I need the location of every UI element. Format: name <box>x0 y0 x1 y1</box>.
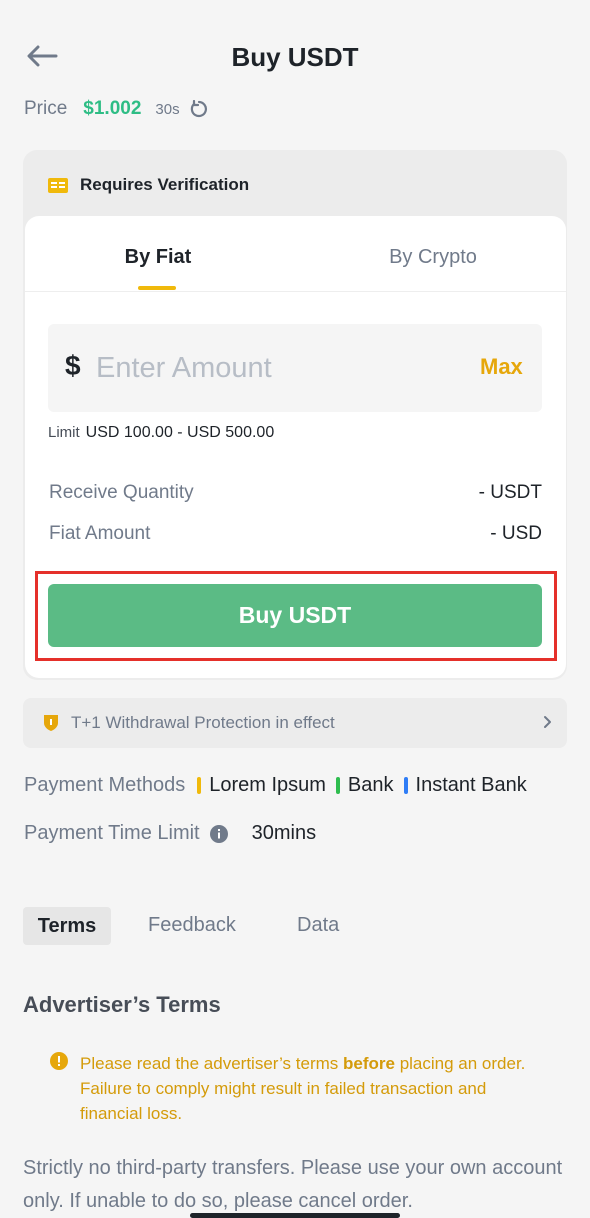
id-card-icon <box>48 177 68 193</box>
payment-time-limit-value: 30mins <box>251 822 317 844</box>
payment-time-limit-label: Payment Time Limit <box>24 822 200 844</box>
payment-color-bar <box>335 777 340 794</box>
tab-terms[interactable]: Terms <box>23 907 111 945</box>
refresh-icon[interactable] <box>190 100 208 118</box>
limit-value: USD 100.00 - USD 500.00 <box>85 424 275 441</box>
payment-method: Instant Bank <box>403 774 527 797</box>
limit-row: Limit USD 100.00 - USD 500.00 <box>48 424 274 442</box>
amount-input[interactable] <box>96 346 426 390</box>
protection-text: T+1 Withdrawal Protection in effect <box>71 713 335 732</box>
info-icon[interactable] <box>209 824 228 843</box>
price-timer: 30s <box>155 100 180 118</box>
payment-method: Lorem Ipsum <box>197 774 326 797</box>
buy-button-label: Buy USDT <box>238 602 352 628</box>
receive-quantity-label: Receive Quantity <box>49 482 194 503</box>
buy-usdt-button[interactable]: Buy USDT <box>48 584 542 647</box>
price-value: $1.002 <box>83 98 142 119</box>
advertiser-terms-title: Advertiser’s Terms <box>23 992 221 1017</box>
fiat-amount-value: - USD <box>490 523 542 544</box>
verification-banner[interactable]: Requires Verification <box>48 172 249 198</box>
active-tab-indicator <box>138 286 176 290</box>
max-button[interactable]: Max <box>480 354 523 380</box>
payment-method-name: Bank <box>347 774 394 796</box>
payment-methods-label: Payment Methods <box>24 774 186 796</box>
page-title: Buy USDT <box>231 42 359 72</box>
price-row: Price $1.002 30s <box>24 94 208 124</box>
payment-color-bar <box>197 777 202 794</box>
warning-icon <box>50 1052 68 1070</box>
payment-method-name: Instant Bank <box>415 774 527 796</box>
tab-data[interactable]: Data <box>297 914 339 937</box>
withdrawal-protection-bar[interactable]: T+1 Withdrawal Protection in effect <box>23 698 567 748</box>
payment-color-bar <box>403 777 408 794</box>
payment-time-limit-row: Payment Time Limit 30mins <box>24 822 316 845</box>
advertiser-terms-text: Strictly no third-party transfers. Pleas… <box>23 1157 563 1212</box>
receive-quantity-value: - USDT <box>478 482 542 503</box>
warning-text-bold: before <box>343 1054 395 1073</box>
verification-text: Requires Verification <box>80 175 250 194</box>
warning-text-pre: Please read the advertiser’s terms <box>80 1054 343 1073</box>
payment-method-name: Lorem Ipsum <box>209 774 326 796</box>
payment-method: Bank <box>335 774 394 797</box>
payment-methods-row: Payment Methods Lorem Ipsum Bank Instant… <box>24 774 537 797</box>
chevron-right-icon <box>544 716 551 728</box>
tab-feedback[interactable]: Feedback <box>148 914 236 937</box>
tab-divider <box>25 291 566 292</box>
warning-text: Please read the advertiser’s terms befor… <box>80 1051 550 1126</box>
tab-by-crypto[interactable]: By Crypto <box>300 246 566 269</box>
fiat-amount-label: Fiat Amount <box>49 523 151 544</box>
price-label: Price <box>24 98 68 119</box>
limit-label: Limit <box>48 424 80 441</box>
home-indicator <box>190 1213 400 1218</box>
currency-symbol: $ <box>65 350 81 381</box>
tab-by-fiat[interactable]: By Fiat <box>25 246 291 269</box>
shield-icon <box>44 715 58 731</box>
